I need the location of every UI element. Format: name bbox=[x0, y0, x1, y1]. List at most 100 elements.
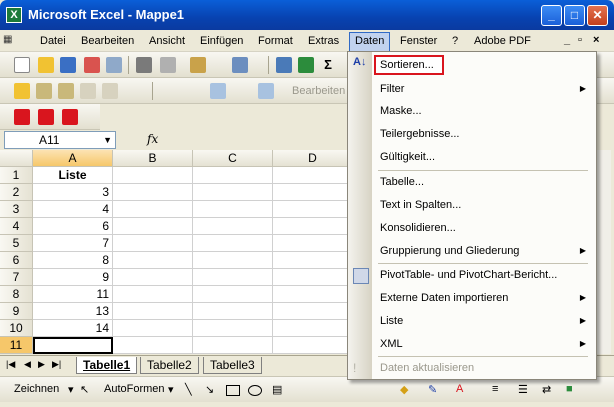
dash-style-icon[interactable]: ☰ bbox=[518, 383, 528, 396]
pdf-convert-icon[interactable] bbox=[14, 109, 30, 125]
table-cell[interactable] bbox=[113, 252, 193, 269]
undo-icon[interactable] bbox=[232, 57, 248, 73]
menu-maske[interactable]: Maske... bbox=[372, 100, 596, 122]
chevron-down-icon[interactable]: ▼ bbox=[103, 132, 112, 148]
tab-prev-icon[interactable]: ◀ bbox=[24, 359, 31, 370]
table-cell[interactable] bbox=[113, 184, 193, 201]
row-header[interactable]: 4 bbox=[0, 218, 33, 235]
table-cell[interactable]: Liste bbox=[33, 167, 113, 184]
table-cell[interactable] bbox=[273, 337, 353, 354]
zeichnen-chevron-icon[interactable]: ▾ bbox=[68, 383, 74, 396]
table-cell[interactable]: 8 bbox=[33, 252, 113, 269]
send-icon[interactable] bbox=[258, 83, 274, 99]
column-header-a[interactable]: A bbox=[33, 150, 113, 167]
table-cell[interactable]: 13 bbox=[33, 303, 113, 320]
table-cell[interactable] bbox=[273, 201, 353, 218]
select-objects-icon[interactable]: ↖ bbox=[80, 383, 89, 396]
tab-tabelle2[interactable]: Tabelle2 bbox=[140, 357, 199, 374]
row-header[interactable]: 7 bbox=[0, 269, 33, 286]
paste-icon[interactable] bbox=[190, 57, 206, 73]
column-header-b[interactable]: B bbox=[113, 150, 193, 167]
menu-datei[interactable]: Datei bbox=[40, 35, 66, 47]
permission-icon[interactable] bbox=[84, 57, 100, 73]
table-cell[interactable]: 9 bbox=[33, 269, 113, 286]
row-header[interactable]: 1 bbox=[0, 167, 33, 184]
shadow-icon[interactable]: ■ bbox=[566, 383, 573, 395]
print-icon[interactable] bbox=[136, 57, 152, 73]
row-header[interactable]: 8 bbox=[0, 286, 33, 303]
rectangle-icon[interactable] bbox=[226, 385, 240, 396]
table-cell[interactable] bbox=[273, 269, 353, 286]
research-icon[interactable] bbox=[298, 57, 314, 73]
table-cell[interactable] bbox=[273, 167, 353, 184]
track-icon[interactable] bbox=[210, 83, 226, 99]
menu-bearbeiten[interactable]: Bearbeiten bbox=[81, 35, 134, 47]
table-cell[interactable]: 14 bbox=[33, 320, 113, 337]
oval-icon[interactable] bbox=[248, 385, 262, 396]
menu-extras[interactable]: Extras bbox=[308, 35, 339, 47]
table-cell[interactable] bbox=[33, 337, 113, 354]
table-cell[interactable] bbox=[113, 320, 193, 337]
menu-text-in-spalten[interactable]: Text in Spalten... bbox=[372, 194, 596, 216]
menu-format[interactable]: Format bbox=[258, 35, 293, 47]
reviewing-icon[interactable] bbox=[80, 83, 96, 99]
menu-filter[interactable]: Filter ▶ bbox=[372, 78, 596, 100]
fill-color-icon[interactable]: ◆ bbox=[400, 383, 408, 396]
table-cell[interactable] bbox=[113, 167, 193, 184]
menu-einfuegen[interactable]: Einfügen bbox=[200, 35, 243, 47]
table-cell[interactable] bbox=[113, 269, 193, 286]
table-cell[interactable] bbox=[193, 269, 273, 286]
folder-icon[interactable] bbox=[14, 83, 30, 99]
table-cell[interactable] bbox=[273, 184, 353, 201]
table-cell[interactable] bbox=[193, 303, 273, 320]
table-cell[interactable] bbox=[193, 337, 273, 354]
menu-ansicht[interactable]: Ansicht bbox=[149, 35, 185, 47]
hyperlink-icon[interactable] bbox=[276, 57, 292, 73]
table-cell[interactable] bbox=[113, 201, 193, 218]
column-header-c[interactable]: C bbox=[193, 150, 273, 167]
row-header[interactable]: 6 bbox=[0, 252, 33, 269]
mdi-close-button[interactable]: × bbox=[593, 34, 599, 46]
tab-last-icon[interactable]: ▶| bbox=[52, 359, 61, 370]
close-button[interactable]: ✕ bbox=[587, 5, 608, 26]
review-icon[interactable] bbox=[36, 83, 52, 99]
maximize-button[interactable]: □ bbox=[564, 5, 585, 26]
minimize-button[interactable]: _ bbox=[541, 5, 562, 26]
menu-daten[interactable]: Daten bbox=[349, 32, 391, 51]
table-cell[interactable] bbox=[113, 337, 193, 354]
select-all-corner[interactable] bbox=[0, 150, 33, 167]
autosum-icon[interactable]: Σ bbox=[320, 57, 336, 73]
reply-icon[interactable] bbox=[58, 83, 74, 99]
tab-tabelle3[interactable]: Tabelle3 bbox=[203, 357, 262, 374]
menu-sortieren[interactable]: Sortieren... bbox=[374, 55, 444, 75]
line-color-icon[interactable]: ✎ bbox=[428, 383, 437, 396]
name-box[interactable]: A11 ▼ bbox=[4, 131, 116, 149]
arrow-style-icon[interactable]: ⇄ bbox=[542, 383, 551, 396]
arrow-icon[interactable]: ↘ bbox=[205, 383, 214, 396]
table-cell[interactable] bbox=[113, 218, 193, 235]
menu-help[interactable]: ? bbox=[452, 35, 458, 47]
row-header[interactable]: 3 bbox=[0, 201, 33, 218]
table-cell[interactable] bbox=[193, 184, 273, 201]
open-icon[interactable] bbox=[38, 57, 54, 73]
menu-konsolidieren[interactable]: Konsolidieren... bbox=[372, 217, 596, 239]
table-cell[interactable] bbox=[193, 286, 273, 303]
new-icon[interactable] bbox=[14, 57, 30, 73]
row-header[interactable]: 9 bbox=[0, 303, 33, 320]
table-cell[interactable] bbox=[273, 286, 353, 303]
table-cell[interactable]: 3 bbox=[33, 184, 113, 201]
autoformen-menu[interactable]: AutoFormen bbox=[104, 383, 165, 395]
mdi-minimize-button[interactable]: _ bbox=[564, 34, 570, 46]
table-cell[interactable] bbox=[273, 320, 353, 337]
table-cell[interactable]: 11 bbox=[33, 286, 113, 303]
table-cell[interactable] bbox=[273, 235, 353, 252]
zeichnen-menu[interactable]: Zeichnen bbox=[14, 383, 59, 395]
row-header[interactable]: 2 bbox=[0, 184, 33, 201]
row-header[interactable]: 11 bbox=[0, 337, 33, 354]
row-header[interactable]: 5 bbox=[0, 235, 33, 252]
table-cell[interactable] bbox=[193, 252, 273, 269]
menu-adobe-pdf[interactable]: Adobe PDF bbox=[474, 35, 531, 47]
table-cell[interactable]: 4 bbox=[33, 201, 113, 218]
menu-tabelle[interactable]: Tabelle... bbox=[372, 171, 596, 193]
table-cell[interactable] bbox=[273, 303, 353, 320]
